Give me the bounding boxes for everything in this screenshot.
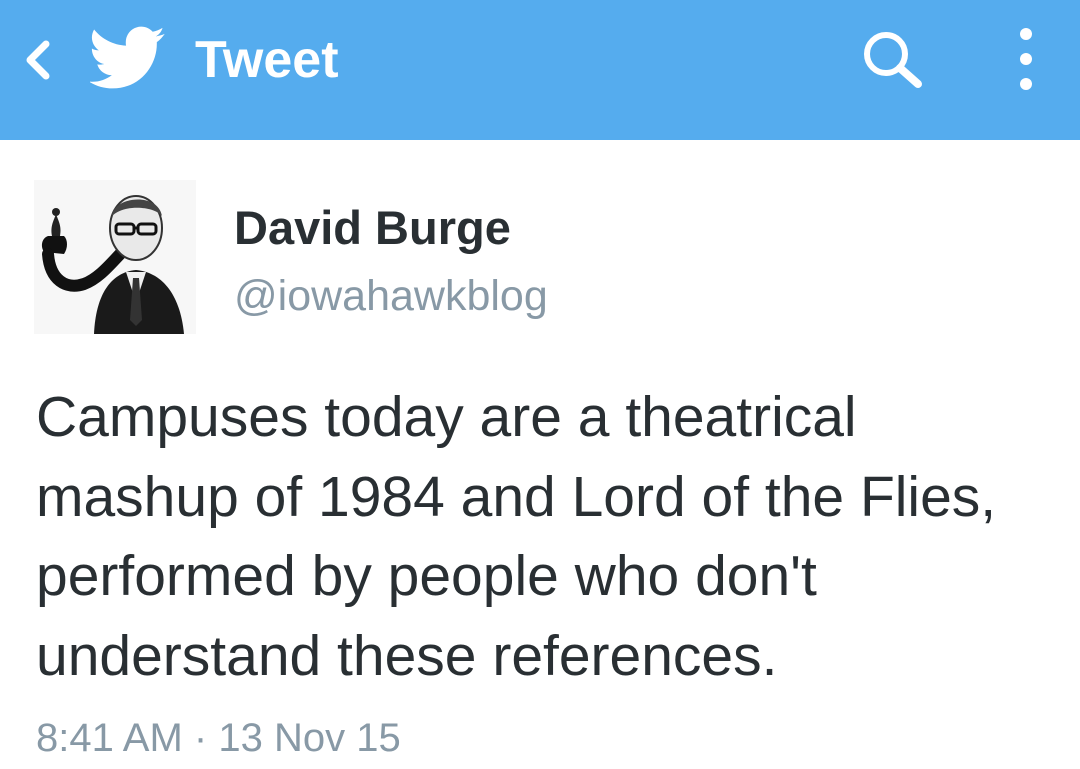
app-header: Tweet (0, 0, 1080, 140)
tweet-date: 13 Nov 15 (218, 716, 401, 760)
author-name[interactable]: David Burge (234, 200, 511, 256)
tweet-text-line: mashup of 1984 and Lord of the Flies, (36, 464, 997, 529)
twitter-bird-icon (90, 26, 165, 89)
search-icon[interactable] (860, 28, 926, 90)
avatar[interactable] (34, 180, 196, 334)
tweet-text-line: understand these references. (36, 623, 778, 688)
page-title: Tweet (195, 31, 339, 89)
vertical-dots-icon[interactable] (1008, 24, 1044, 94)
avatar-portrait-image (34, 180, 196, 334)
timestamp-separator: · (193, 716, 208, 760)
tweet-timestamp: 8:41 AM · 13 Nov 15 (36, 714, 401, 762)
author-handle[interactable]: @iowahawkblog (234, 270, 548, 322)
tweet-text-line: Campuses today are a theatrical (36, 385, 857, 449)
tweet-text-line: performed by people who don't (36, 544, 817, 608)
chevron-left-icon[interactable] (18, 36, 58, 84)
tweet-text: Campuses today are a theatrical mashup o… (36, 378, 1056, 696)
tweet-time: 8:41 AM (36, 716, 183, 760)
